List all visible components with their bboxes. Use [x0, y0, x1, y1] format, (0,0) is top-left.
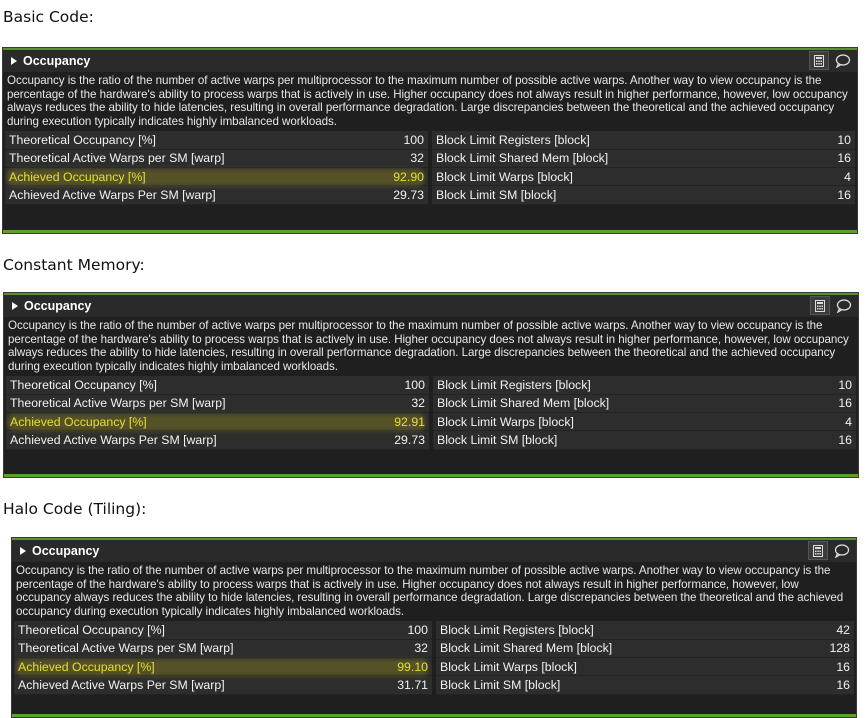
- metric-row: Achieved Active Warps Per SM [warp] 29.73: [5, 186, 428, 205]
- panel-description: Occupancy is the ratio of the number of …: [8, 319, 849, 373]
- section-caption: Basic Code:: [3, 8, 94, 26]
- metric-value: 92.91: [394, 414, 425, 429]
- metric-value: 128: [829, 641, 850, 656]
- metric-label: Theoretical Active Warps per SM [warp]: [18, 641, 234, 656]
- metric-row: Block Limit Shared Mem [block] 128: [436, 639, 854, 658]
- metric-row: Block Limit Registers [block] 10: [433, 376, 856, 395]
- metric-row: Achieved Active Warps Per SM [warp] 29.73: [6, 431, 429, 450]
- comment-icon[interactable]: [833, 51, 853, 70]
- occupancy-panel: Occupancy Occupancy is the ratio of the …: [2, 47, 858, 234]
- expand-triangle-icon[interactable]: [20, 547, 26, 555]
- metric-value: 31.71: [397, 677, 428, 692]
- metric-row: Theoretical Occupancy [%] 100: [14, 621, 432, 640]
- metric-row-highlighted: Achieved Occupancy [%] 99.10: [14, 657, 432, 677]
- metric-row: Block Limit SM [block] 16: [433, 431, 856, 450]
- metric-value: 100: [403, 133, 424, 148]
- metric-row-highlighted: Achieved Occupancy [%] 92.91: [6, 412, 429, 432]
- metric-value: 4: [845, 414, 852, 429]
- metric-value: 10: [837, 133, 851, 148]
- metric-row: Achieved Active Warps Per SM [warp] 31.71: [14, 676, 432, 695]
- metric-row: Block Limit Registers [block] 42: [436, 621, 854, 640]
- metric-value: 16: [837, 187, 851, 202]
- metric-row: Block Limit SM [block] 16: [432, 186, 855, 205]
- metric-label: Achieved Active Warps Per SM [warp]: [10, 432, 217, 447]
- panel-description: Occupancy is the ratio of the number of …: [16, 564, 844, 618]
- metric-value: 100: [404, 378, 425, 393]
- metric-row: Block Limit Registers [block] 10: [432, 131, 855, 150]
- metric-label: Block Limit SM [block]: [440, 677, 561, 692]
- metric-value: 16: [838, 432, 852, 447]
- panel-header[interactable]: Occupancy: [4, 293, 858, 317]
- expand-triangle-icon[interactable]: [11, 57, 17, 65]
- metric-value: 32: [410, 151, 424, 166]
- metric-label: Theoretical Active Warps per SM [warp]: [10, 396, 226, 411]
- metric-value: 92.90: [393, 169, 424, 184]
- comment-icon[interactable]: [834, 296, 854, 315]
- metric-row: Theoretical Active Warps per SM [warp] 32: [5, 149, 428, 168]
- metric-label: Achieved Active Warps Per SM [warp]: [18, 677, 225, 692]
- metric-row: Block Limit Shared Mem [block] 16: [432, 149, 855, 168]
- panel-title-text: Occupancy: [32, 544, 100, 558]
- metric-label: Block Limit Registers [block]: [437, 378, 591, 393]
- metric-label: Achieved Occupancy [%]: [10, 414, 147, 429]
- metric-row: Block Limit Warps [block] 4: [433, 412, 856, 432]
- panel-title[interactable]: Occupancy: [12, 299, 91, 313]
- metric-label: Achieved Occupancy [%]: [18, 659, 155, 674]
- metric-row: Theoretical Occupancy [%] 100: [6, 376, 429, 395]
- panel-title-text: Occupancy: [24, 299, 92, 313]
- panel-title[interactable]: Occupancy: [11, 54, 90, 68]
- metric-value: 16: [838, 396, 852, 411]
- metric-value: 99.10: [397, 659, 428, 674]
- metric-label: Theoretical Occupancy [%]: [18, 623, 165, 638]
- panel-description: Occupancy is the ratio of the number of …: [7, 74, 848, 128]
- calculator-icon[interactable]: [809, 51, 829, 70]
- metric-label: Achieved Occupancy [%]: [9, 169, 146, 184]
- metric-value: 4: [844, 169, 851, 184]
- metric-value: 16: [836, 659, 850, 674]
- metric-value: 42: [836, 623, 850, 638]
- metric-label: Block Limit Shared Mem [block]: [437, 396, 610, 411]
- panel-header[interactable]: Occupancy: [3, 48, 857, 72]
- metric-label: Block Limit Registers [block]: [440, 623, 594, 638]
- metric-value: 16: [837, 151, 851, 166]
- metric-row: Theoretical Active Warps per SM [warp] 32: [14, 639, 432, 658]
- occupancy-panel: Occupancy Occupancy is the ratio of the …: [11, 537, 857, 718]
- metric-label: Block Limit SM [block]: [436, 187, 557, 202]
- metric-value: 29.73: [393, 187, 424, 202]
- metric-label: Theoretical Occupancy [%]: [9, 133, 156, 148]
- metric-label: Block Limit Shared Mem [block]: [436, 151, 609, 166]
- metric-value: 16: [836, 677, 850, 692]
- section-caption: Constant Memory:: [3, 256, 145, 274]
- calculator-icon[interactable]: [808, 541, 828, 560]
- metric-label: Block Limit SM [block]: [437, 432, 558, 447]
- metric-value: 100: [407, 623, 428, 638]
- metric-label: Theoretical Active Warps per SM [warp]: [9, 151, 225, 166]
- metric-row-highlighted: Achieved Occupancy [%] 92.90: [5, 167, 428, 187]
- metric-value: 10: [838, 378, 852, 393]
- metric-label: Block Limit Warps [block]: [436, 169, 573, 184]
- metric-row: Block Limit Warps [block] 16: [436, 657, 854, 677]
- metric-row: Block Limit SM [block] 16: [436, 676, 854, 695]
- metric-row: Theoretical Active Warps per SM [warp] 32: [6, 394, 429, 413]
- metric-value: 29.73: [394, 432, 425, 447]
- expand-triangle-icon[interactable]: [12, 302, 18, 310]
- metric-label: Block Limit Shared Mem [block]: [440, 641, 613, 656]
- metric-label: Theoretical Occupancy [%]: [10, 378, 157, 393]
- calculator-icon[interactable]: [810, 296, 830, 315]
- metric-value: 32: [414, 641, 428, 656]
- metric-row: Block Limit Shared Mem [block] 16: [433, 394, 856, 413]
- comment-icon[interactable]: [832, 541, 852, 560]
- panel-title[interactable]: Occupancy: [20, 544, 99, 558]
- panel-header[interactable]: Occupancy: [12, 538, 856, 562]
- metric-label: Block Limit Warps [block]: [440, 659, 577, 674]
- occupancy-panel: Occupancy Occupancy is the ratio of the …: [3, 292, 859, 478]
- section-caption: Halo Code (Tiling):: [3, 500, 147, 518]
- metric-value: 32: [411, 396, 425, 411]
- metric-label: Block Limit Registers [block]: [436, 133, 590, 148]
- metric-row: Block Limit Warps [block] 4: [432, 167, 855, 187]
- panel-title-text: Occupancy: [23, 54, 91, 68]
- metric-row: Theoretical Occupancy [%] 100: [5, 131, 428, 150]
- metric-label: Achieved Active Warps Per SM [warp]: [9, 187, 216, 202]
- metric-label: Block Limit Warps [block]: [437, 414, 574, 429]
